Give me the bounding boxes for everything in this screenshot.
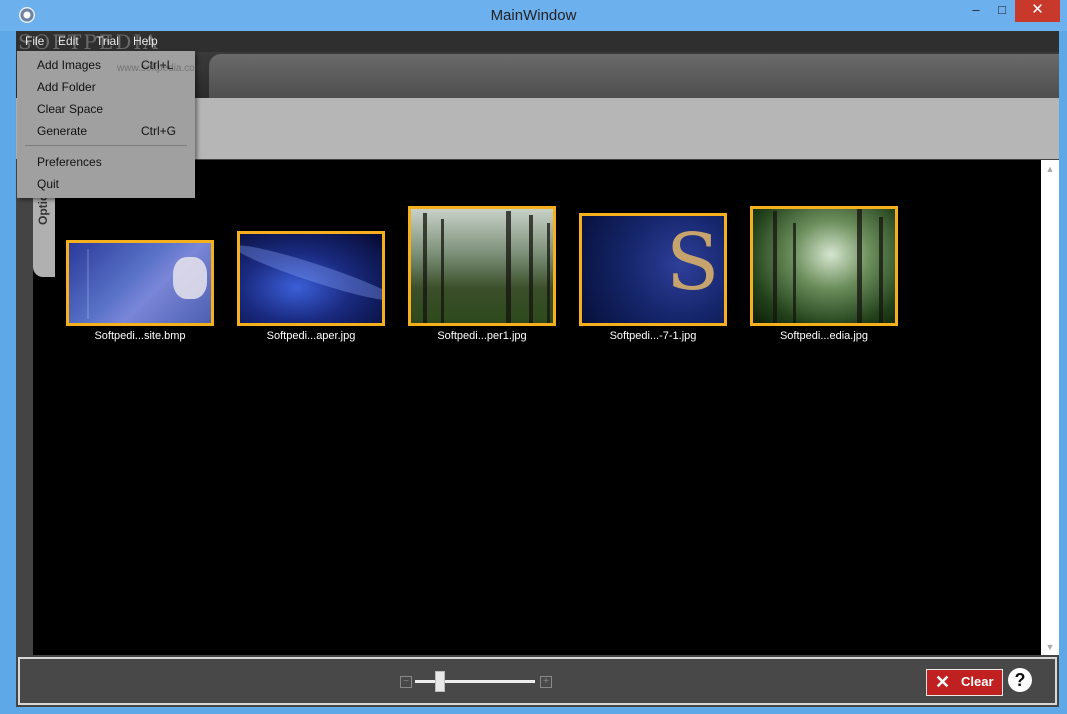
clear-button-label: Clear — [961, 674, 994, 689]
bottom-bar: − + ✕ Clear ? — [18, 657, 1057, 705]
active-tab[interactable] — [209, 54, 1059, 100]
image-filename: Softpedi...-7-1.jpg — [609, 330, 697, 342]
zoom-in-icon[interactable]: + — [540, 676, 552, 688]
zoom-slider[interactable] — [415, 680, 535, 683]
clear-icon: ✕ — [935, 672, 951, 692]
menu-item-add-folder[interactable]: Add Folder — [37, 80, 96, 94]
scroll-down-icon[interactable]: ▼ — [1041, 642, 1059, 652]
title-bar: MainWindow – □ ✕ — [0, 0, 1067, 31]
scroll-up-icon[interactable]: ▲ — [1041, 164, 1059, 174]
zoom-out-icon[interactable]: − — [400, 676, 412, 688]
menu-help[interactable]: Help — [133, 34, 158, 48]
window-title: MainWindow — [490, 7, 577, 24]
menu-separator — [25, 145, 187, 146]
shortcut-add-images: Ctrl+L — [141, 58, 174, 72]
image-filename: Softpedi...per1.jpg — [437, 330, 527, 342]
menu-item-quit[interactable]: Quit — [37, 177, 59, 191]
menu-item-clear-space[interactable]: Clear Space — [37, 102, 103, 116]
menu-file[interactable]: File — [25, 34, 44, 48]
close-button[interactable]: ✕ — [1015, 0, 1060, 22]
help-icon[interactable]: ? — [1008, 668, 1032, 692]
image-thumbnail[interactable] — [408, 206, 556, 326]
image-viewport[interactable]: Softpedi...site.bmp Softpedi...aper.jpg … — [33, 160, 1041, 655]
menu-item-generate[interactable]: Generate — [37, 124, 87, 138]
image-filename: Softpedi...aper.jpg — [266, 330, 356, 342]
image-filename: Softpedi...site.bmp — [94, 330, 186, 342]
zoom-slider-handle[interactable] — [435, 671, 445, 692]
image-filename: Softpedi...edia.jpg — [779, 330, 869, 342]
vertical-scrollbar[interactable]: ▲ ▼ — [1041, 160, 1059, 655]
file-menu-dropdown: www.softpedia.com Add Images Ctrl+L Add … — [17, 51, 203, 198]
clear-button[interactable]: ✕ Clear — [926, 669, 1003, 696]
menu-item-add-images[interactable]: Add Images — [37, 58, 101, 72]
image-thumbnail[interactable] — [66, 240, 214, 326]
menu-item-preferences[interactable]: Preferences — [37, 155, 102, 169]
image-thumbnail[interactable] — [237, 231, 385, 326]
image-thumbnail[interactable]: S — [579, 213, 727, 326]
menu-trial[interactable]: Trial — [96, 34, 119, 48]
shortcut-generate: Ctrl+G — [141, 124, 177, 138]
minimize-button[interactable]: – — [963, 0, 989, 22]
maximize-button[interactable]: □ — [989, 0, 1015, 22]
menu-bar: SOFTPEDIA File Edit Trial Help — [16, 30, 1059, 54]
menu-edit[interactable]: Edit — [58, 34, 79, 48]
image-thumbnail[interactable] — [750, 206, 898, 326]
